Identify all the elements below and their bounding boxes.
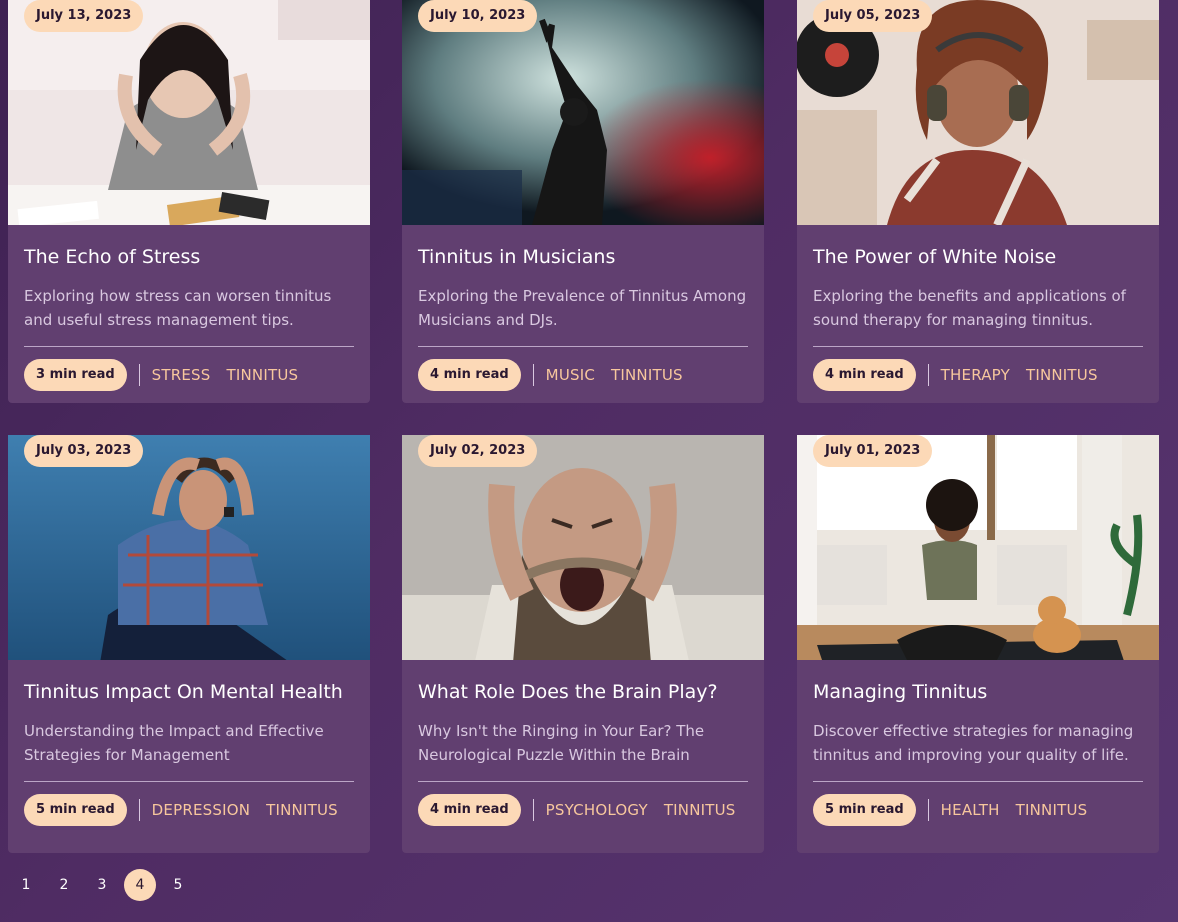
- blog-card[interactable]: July 02, 2023 What Role Does the Brain P…: [402, 435, 764, 853]
- read-time-badge: 3 min read: [24, 359, 127, 391]
- blog-card[interactable]: July 10, 2023 Tinnitus in Musicians Expl…: [402, 0, 764, 403]
- card-description: Exploring the Prevalence of Tinnitus Amo…: [418, 287, 747, 329]
- card-image[interactable]: July 02, 2023: [402, 435, 764, 660]
- divider: [24, 346, 354, 347]
- page-link-2[interactable]: 2: [48, 869, 80, 901]
- separator: [927, 799, 929, 821]
- tag-link[interactable]: PSYCHOLOGY: [546, 801, 648, 819]
- pagination: 1 2 3 4 5: [10, 869, 200, 901]
- page-link-4-current[interactable]: 4: [124, 869, 156, 901]
- tag-link[interactable]: STRESS: [152, 366, 211, 384]
- card-description: Exploring how stress can worsen tinnitus…: [24, 287, 332, 329]
- date-badge: July 05, 2023: [813, 0, 933, 32]
- blog-card[interactable]: July 05, 2023 The Power of White Noise E…: [797, 0, 1159, 403]
- blog-card[interactable]: July 01, 2023 Managing Tinnitus Discover…: [797, 435, 1159, 853]
- tag-link[interactable]: TINNITUS: [1016, 801, 1088, 819]
- date-badge: July 02, 2023: [418, 435, 538, 467]
- card-footer: 4 min read PSYCHOLOGY TINNITUS: [418, 794, 752, 826]
- card-footer: 5 min read HEALTH TINNITUS: [813, 794, 1103, 826]
- separator: [138, 364, 140, 386]
- page-link-1[interactable]: 1: [10, 869, 42, 901]
- divider: [813, 781, 1143, 782]
- divider: [418, 781, 748, 782]
- read-time-badge: 5 min read: [813, 794, 916, 826]
- date-badge: July 10, 2023: [418, 0, 538, 32]
- separator: [532, 799, 534, 821]
- card-footer: 4 min read MUSIC TINNITUS: [418, 359, 699, 391]
- card-image[interactable]: July 13, 2023: [8, 0, 370, 225]
- card-image[interactable]: July 01, 2023: [797, 435, 1159, 660]
- card-title[interactable]: The Power of White Noise: [813, 246, 1143, 268]
- tag-link[interactable]: TINNITUS: [664, 801, 736, 819]
- separator: [532, 364, 534, 386]
- card-footer: 3 min read STRESS TINNITUS: [24, 359, 314, 391]
- divider: [24, 781, 354, 782]
- page-link-5[interactable]: 5: [162, 869, 194, 901]
- blog-card[interactable]: July 13, 2023 The Echo of Stress Explori…: [8, 0, 370, 403]
- tag-link[interactable]: DEPRESSION: [152, 801, 250, 819]
- card-title[interactable]: Tinnitus Impact On Mental Health: [24, 681, 354, 703]
- read-time-badge: 4 min read: [418, 794, 521, 826]
- date-badge: July 01, 2023: [813, 435, 933, 467]
- card-footer: 5 min read DEPRESSION TINNITUS: [24, 794, 354, 826]
- card-title[interactable]: What Role Does the Brain Play?: [418, 681, 748, 703]
- card-title[interactable]: The Echo of Stress: [24, 246, 354, 268]
- card-footer: 4 min read THERAPY TINNITUS: [813, 359, 1114, 391]
- tag-link[interactable]: TINNITUS: [266, 801, 338, 819]
- card-description: Discover effective strategies for managi…: [813, 722, 1134, 764]
- page-link-3[interactable]: 3: [86, 869, 118, 901]
- blog-card[interactable]: July 03, 2023 Tinnitus Impact On Mental …: [8, 435, 370, 853]
- card-image[interactable]: July 03, 2023: [8, 435, 370, 660]
- separator: [138, 799, 140, 821]
- card-description: Exploring the benefits and applications …: [813, 287, 1126, 329]
- card-title[interactable]: Tinnitus in Musicians: [418, 246, 748, 268]
- card-description: Understanding the Impact and Effective S…: [24, 722, 324, 764]
- read-time-badge: 4 min read: [813, 359, 916, 391]
- card-title[interactable]: Managing Tinnitus: [813, 681, 1143, 703]
- separator: [927, 364, 929, 386]
- tag-link[interactable]: TINNITUS: [611, 366, 683, 384]
- tag-link[interactable]: TINNITUS: [1026, 366, 1098, 384]
- tag-link[interactable]: TINNITUS: [227, 366, 299, 384]
- date-badge: July 03, 2023: [24, 435, 144, 467]
- date-badge: July 13, 2023: [24, 0, 144, 32]
- card-image[interactable]: July 10, 2023: [402, 0, 764, 225]
- divider: [813, 346, 1143, 347]
- read-time-badge: 5 min read: [24, 794, 127, 826]
- tag-link[interactable]: HEALTH: [941, 801, 1000, 819]
- tag-link[interactable]: THERAPY: [941, 366, 1010, 384]
- card-image[interactable]: July 05, 2023: [797, 0, 1159, 225]
- tag-link[interactable]: MUSIC: [546, 366, 595, 384]
- divider: [418, 346, 748, 347]
- read-time-badge: 4 min read: [418, 359, 521, 391]
- card-description: Why Isn't the Ringing in Your Ear? The N…: [418, 722, 705, 764]
